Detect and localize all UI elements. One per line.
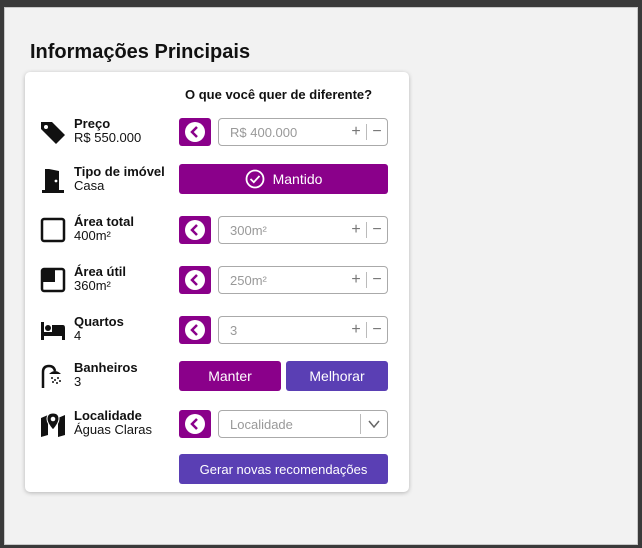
- useful-area-value: 360m²: [74, 278, 111, 293]
- price-plus-button[interactable]: +: [346, 122, 366, 142]
- location-value: Águas Claras: [74, 422, 153, 437]
- rooms-plus-button[interactable]: +: [346, 320, 366, 340]
- row-location: Localidade Águas Claras Localidade: [39, 408, 399, 440]
- app-frame: Informações Principais O que você quer d…: [4, 7, 638, 545]
- price-back-button[interactable]: [179, 118, 211, 146]
- price-value: R$ 550.000: [74, 130, 142, 145]
- chevron-left-icon: [190, 418, 198, 430]
- bathrooms-value: 3: [74, 374, 82, 389]
- useful-area-back-button[interactable]: [179, 266, 211, 294]
- shower-icon: [39, 362, 67, 390]
- useful-area-minus-button[interactable]: −: [367, 270, 387, 290]
- useful-area-label: Área útil: [74, 264, 127, 279]
- door-icon: [39, 166, 67, 194]
- price-label: Preço: [74, 116, 111, 131]
- row-type: Tipo de imóvel Casa Mantido: [39, 164, 399, 196]
- useful-area-plus-button[interactable]: +: [346, 270, 366, 290]
- type-value: Casa: [74, 178, 105, 193]
- main-info-card: O que você quer de diferente? Preço R$ 5…: [25, 72, 409, 492]
- bathrooms-label: Banheiros: [74, 360, 138, 375]
- page-title: Informações Principais: [30, 41, 251, 63]
- location-back-button[interactable]: [179, 410, 211, 438]
- row-rooms: Quartos 4 3 + −: [39, 314, 399, 346]
- total-area-plus-button[interactable]: +: [346, 220, 366, 240]
- price-tag-icon: [39, 118, 67, 146]
- rooms-minus-button[interactable]: −: [367, 320, 387, 340]
- total-area-label: Área total: [74, 214, 134, 229]
- keep-button[interactable]: Manter: [179, 361, 281, 391]
- rooms-input[interactable]: 3 + −: [218, 316, 388, 344]
- improve-button[interactable]: Melhorar: [286, 361, 388, 391]
- total-area-input[interactable]: 300m² + −: [218, 216, 388, 244]
- chevron-left-icon: [190, 224, 198, 236]
- row-bathrooms: Banheiros 3 Manter Melhorar: [39, 360, 399, 392]
- map-pin-icon: [39, 410, 67, 438]
- square-quarter-icon: [39, 266, 67, 294]
- rooms-value: 4: [74, 328, 82, 343]
- price-placeholder: R$ 400.000: [230, 125, 298, 140]
- chevron-left-icon: [190, 324, 198, 336]
- row-price: Preço R$ 550.000 R$ 400.000 + −: [39, 116, 399, 148]
- location-select[interactable]: Localidade: [218, 410, 388, 438]
- bed-icon: [39, 316, 67, 344]
- type-label: Tipo de imóvel: [74, 164, 165, 179]
- kept-button[interactable]: Mantido: [179, 164, 388, 194]
- row-useful-area: Área útil 360m² 250m² + −: [39, 264, 399, 296]
- useful-area-input[interactable]: 250m² + −: [218, 266, 388, 294]
- location-label: Localidade: [74, 408, 142, 423]
- price-input[interactable]: R$ 400.000 + −: [218, 118, 388, 146]
- location-placeholder: Localidade: [230, 417, 293, 432]
- chevron-down-icon[interactable]: [367, 417, 381, 431]
- total-area-minus-button[interactable]: −: [367, 220, 387, 240]
- useful-area-placeholder: 250m²: [230, 273, 267, 288]
- row-total-area: Área total 400m² 300m² + −: [39, 214, 399, 246]
- total-area-placeholder: 300m²: [230, 223, 267, 238]
- total-area-back-button[interactable]: [179, 216, 211, 244]
- kept-label: Mantido: [272, 171, 323, 187]
- rooms-placeholder: 3: [230, 323, 238, 338]
- generate-recommendations-button[interactable]: Gerar novas recomendações: [179, 454, 388, 484]
- square-outline-icon: [39, 216, 67, 244]
- rooms-label: Quartos: [74, 314, 124, 329]
- card-header: O que você quer de diferente?: [185, 87, 373, 102]
- chevron-left-icon: [190, 274, 198, 286]
- chevron-left-icon: [190, 126, 198, 138]
- total-area-value: 400m²: [74, 228, 111, 243]
- check-circle-icon: [245, 169, 264, 189]
- price-minus-button[interactable]: −: [367, 122, 387, 142]
- rooms-back-button[interactable]: [179, 316, 211, 344]
